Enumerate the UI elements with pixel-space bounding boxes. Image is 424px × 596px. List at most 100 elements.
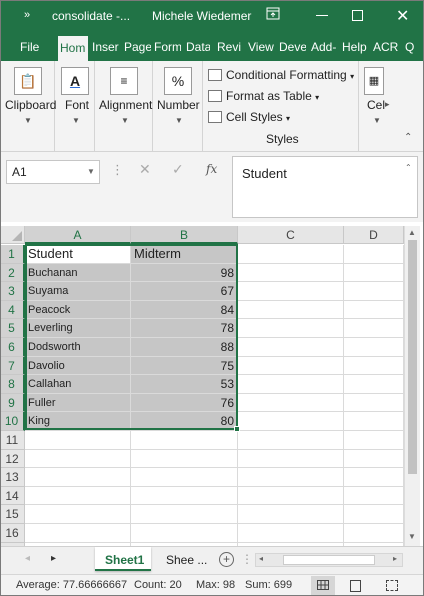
ribbon-display-icon[interactable] <box>266 7 280 23</box>
cell-d9[interactable] <box>344 393 404 413</box>
cell-b16[interactable] <box>131 524 238 543</box>
scroll-right-icon[interactable]: ▸ <box>393 554 397 563</box>
row-header[interactable]: 4 <box>0 300 25 320</box>
sheet-tab-sheet1[interactable]: Sheet1 <box>95 547 151 571</box>
worksheet-grid[interactable]: A B C D 1 Student Midterm 2 Buchanan 98 3 Suyam… <box>0 226 404 546</box>
cell-b9[interactable]: 76 <box>131 393 238 413</box>
scroll-down-icon[interactable]: ▼ <box>408 532 416 541</box>
tab-page-layout[interactable]: Page <box>124 33 151 61</box>
cell-d13[interactable] <box>344 468 404 487</box>
cell-b1[interactable]: Midterm <box>131 245 238 264</box>
add-sheet-icon[interactable]: + <box>219 552 234 567</box>
tab-acrobat[interactable]: ACR <box>373 33 399 61</box>
cell-b2[interactable]: 98 <box>131 263 238 283</box>
cell-d10[interactable] <box>344 412 404 431</box>
cell-c2[interactable] <box>238 263 344 283</box>
row-header[interactable]: 15 <box>0 505 25 524</box>
horizontal-scroll-thumb[interactable] <box>283 555 375 565</box>
tab-add-ins[interactable]: Add- <box>311 33 338 61</box>
cell-b3[interactable]: 67 <box>131 282 238 301</box>
cell-a5[interactable]: Leverling <box>25 319 131 338</box>
tab-splitter-icon[interactable]: ⋮ <box>241 552 253 566</box>
cell-b8[interactable]: 53 <box>131 375 238 394</box>
name-box[interactable]: A1 ▼ <box>6 160 100 184</box>
cell-d15[interactable] <box>344 505 404 524</box>
cell-a7[interactable]: Davolio <box>25 356 131 376</box>
insert-function-icon[interactable]: fx <box>206 162 217 176</box>
tab-file[interactable]: File <box>20 33 42 61</box>
cell-c15[interactable] <box>238 505 344 524</box>
tab-insert[interactable]: Inser <box>92 33 120 61</box>
cancel-entry-icon[interactable]: ✕ <box>139 161 151 178</box>
tab-review[interactable]: Revi <box>217 33 243 61</box>
confirm-entry-icon[interactable]: ✓ <box>172 161 184 178</box>
alignment-group[interactable]: ≡ Alignment ▼ <box>95 61 153 151</box>
cell-d14[interactable] <box>344 486 404 506</box>
normal-view-button[interactable] <box>311 576 335 595</box>
column-header-d[interactable]: D <box>344 226 404 244</box>
cell-b13[interactable] <box>131 468 238 487</box>
row-header[interactable]: 12 <box>0 449 25 469</box>
cell-b12[interactable] <box>131 449 238 469</box>
cell-a2[interactable]: Buchanan <box>25 263 131 283</box>
cell-a11[interactable] <box>25 431 131 450</box>
cell-a9[interactable]: Fuller <box>25 393 131 413</box>
column-header-c[interactable]: C <box>238 226 344 244</box>
cell-b4[interactable]: 84 <box>131 300 238 320</box>
cell-d4[interactable] <box>344 300 404 320</box>
vertical-scroll-thumb[interactable] <box>408 240 417 474</box>
row-header[interactable]: 10 <box>0 412 25 431</box>
tab-home[interactable]: Hom <box>58 36 88 61</box>
cell-a6[interactable]: Dodsworth <box>25 338 131 357</box>
tab-data[interactable]: Data <box>186 33 210 61</box>
maximize-icon[interactable] <box>352 10 363 21</box>
scroll-up-icon[interactable]: ▲ <box>408 228 416 237</box>
cell-d7[interactable] <box>344 356 404 376</box>
cell-b11[interactable] <box>131 431 238 450</box>
cell-a1[interactable]: Student <box>25 245 131 264</box>
tab-view[interactable]: View <box>248 33 274 61</box>
row-header[interactable]: 14 <box>0 486 25 506</box>
next-sheet-icon[interactable]: ▸ <box>51 553 56 564</box>
horizontal-scrollbar[interactable]: ◂ ▸ <box>255 553 403 567</box>
row-header[interactable]: 11 <box>0 431 25 450</box>
cell-a15[interactable] <box>25 505 131 524</box>
cell-c16[interactable] <box>238 524 344 543</box>
cell-c12[interactable] <box>238 449 344 469</box>
row-header[interactable]: 3 <box>0 282 25 301</box>
font-group[interactable]: A Font ▼ <box>55 61 95 151</box>
quick-access-toolbar-icon[interactable]: » <box>24 9 30 21</box>
cell-a4[interactable]: Peacock <box>25 300 131 320</box>
select-all-corner[interactable] <box>0 226 25 244</box>
scroll-left-icon[interactable]: ◂ <box>259 554 263 563</box>
minimize-icon[interactable] <box>316 15 328 16</box>
expand-formula-bar-icon[interactable]: ⌃ <box>405 163 412 172</box>
row-header[interactable]: 13 <box>0 468 25 487</box>
cell-c9[interactable] <box>238 393 344 413</box>
tab-developer[interactable]: Deve <box>279 33 306 61</box>
collapse-ribbon-icon[interactable]: ⌃ <box>404 132 412 143</box>
cell-d2[interactable] <box>344 263 404 283</box>
cell-c1[interactable] <box>238 245 344 264</box>
row-header[interactable]: 1 <box>0 245 25 264</box>
number-group[interactable]: % Number ▼ <box>153 61 203 151</box>
cell-c11[interactable] <box>238 431 344 450</box>
cell-c4[interactable] <box>238 300 344 320</box>
cell-a3[interactable]: Suyama <box>25 282 131 301</box>
cell-b6[interactable]: 88 <box>131 338 238 357</box>
column-header-b[interactable]: B <box>131 226 238 244</box>
row-header[interactable]: 8 <box>0 375 25 394</box>
cell-d8[interactable] <box>344 375 404 394</box>
row-header[interactable]: 16 <box>0 524 25 543</box>
cell-c5[interactable] <box>238 319 344 338</box>
cell-d1[interactable] <box>344 245 404 264</box>
formula-bar-splitter-icon[interactable]: ⋮ <box>111 162 124 178</box>
cell-c3[interactable] <box>238 282 344 301</box>
cell-styles-button[interactable]: Cell Styles ▾ <box>208 110 290 124</box>
cell-a10[interactable]: King <box>25 412 131 431</box>
row-header[interactable]: 9 <box>0 393 25 413</box>
formula-input[interactable]: Student ⌃ <box>232 156 418 218</box>
row-header[interactable]: 7 <box>0 356 25 376</box>
cell-a16[interactable] <box>25 524 131 543</box>
tab-formulas[interactable]: Form <box>154 33 181 61</box>
